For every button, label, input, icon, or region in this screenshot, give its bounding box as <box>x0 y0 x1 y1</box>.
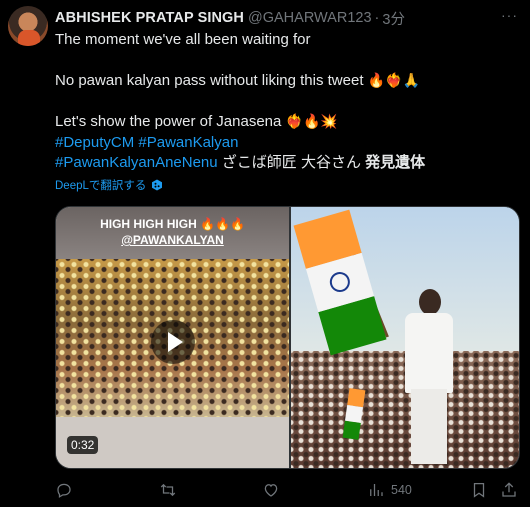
hashtag-link[interactable]: #DeputyCM <box>55 134 134 151</box>
video-duration: 0:32 <box>67 436 99 454</box>
media-grid: HIGH HIGH HIGH 🔥🔥🔥 @PAWANKALYAN 0:32 <box>55 206 520 469</box>
deepl-icon <box>152 179 163 191</box>
tweet-text: The moment we've all been waiting for No… <box>55 30 520 174</box>
timestamp[interactable]: 3分 <box>382 8 405 29</box>
views-count: 540 <box>391 483 412 497</box>
retweet-icon <box>160 483 176 497</box>
emoji: ❤️‍🔥🔥💥 <box>285 114 338 130</box>
reply-button[interactable] <box>55 481 73 499</box>
views-icon <box>370 484 383 496</box>
video-caption: HIGH HIGH HIGH 🔥🔥🔥 @PAWANKALYAN <box>100 217 245 247</box>
heart-icon <box>264 484 278 497</box>
action-bar: 540 <box>55 481 520 501</box>
like-button[interactable] <box>262 481 280 499</box>
emoji: 🔥❤️‍🔥🙏 <box>367 73 420 89</box>
avatar[interactable] <box>8 6 48 46</box>
share-button[interactable] <box>500 481 518 499</box>
text-line: Let's show the power of Janasena ❤️‍🔥🔥💥 <box>55 113 338 130</box>
photo-thumbnail[interactable] <box>291 207 519 468</box>
share-icon <box>502 482 516 497</box>
video-thumbnail[interactable]: HIGH HIGH HIGH 🔥🔥🔥 @PAWANKALYAN 0:32 <box>56 207 289 468</box>
tweet[interactable]: ABHISHEK PRATAP SINGH @GAHARWAR123 · 3分 … <box>0 0 530 507</box>
more-options-icon[interactable]: ··· <box>501 7 518 23</box>
text-line: No pawan kalyan pass without liking this… <box>55 72 420 89</box>
person-figure <box>399 289 459 464</box>
author-handle[interactable]: @GAHARWAR123 <box>248 10 372 26</box>
translate-link[interactable]: DeepLで翻訳する <box>55 177 163 193</box>
separator-dot: · <box>374 10 380 26</box>
retweet-button[interactable] <box>159 481 177 499</box>
hashtag-link[interactable]: #PawanKalyanAneNenu <box>55 154 218 171</box>
bookmark-button[interactable] <box>470 481 488 499</box>
tweet-header: ABHISHEK PRATAP SINGH @GAHARWAR123 · 3分 … <box>55 7 520 29</box>
hashtag-link[interactable]: #PawanKalyan <box>138 134 238 151</box>
views-button[interactable]: 540 <box>367 481 412 499</box>
text-line: The moment we've all been waiting for <box>55 31 311 48</box>
author-name[interactable]: ABHISHEK PRATAP SINGH <box>55 10 244 26</box>
reply-icon <box>57 483 71 498</box>
bookmark-icon <box>473 482 485 498</box>
play-icon[interactable] <box>151 320 195 364</box>
